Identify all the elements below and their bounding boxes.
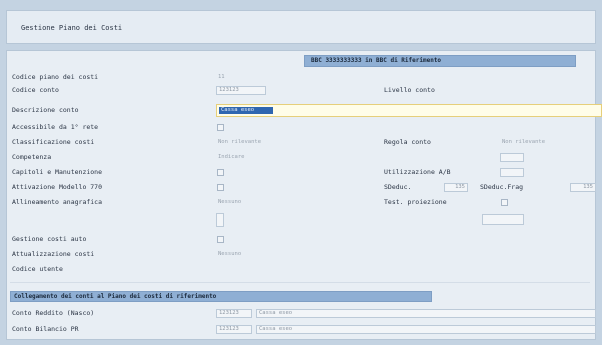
label-modello-770: Attivazione Modello 770 bbox=[12, 183, 103, 191]
utilizzazione-field[interactable] bbox=[500, 168, 524, 177]
conto-bilancio-desc-field[interactable]: Cassa eseo bbox=[256, 325, 596, 334]
label-gestione-costi-auto: Gestione costi auto bbox=[12, 235, 87, 243]
title-bar: Gestione Piano dei Costi bbox=[6, 10, 596, 44]
conto-reddito-desc-field[interactable]: Cassa eseo bbox=[256, 309, 596, 318]
modello-770-checkbox[interactable] bbox=[217, 184, 224, 191]
label-classificazione: Classificazione costi bbox=[12, 138, 95, 146]
label-descrizione-conto: Descrizione conto bbox=[12, 106, 79, 114]
value-regola-conto[interactable]: Non rilevante bbox=[502, 138, 545, 147]
divider bbox=[10, 282, 590, 283]
label-regola-conto: Regola conto bbox=[384, 138, 431, 146]
value-codice-piano: 11 bbox=[218, 74, 225, 80]
test-proiezione-checkbox[interactable] bbox=[501, 199, 508, 206]
label-sdeduc: SDeduc. bbox=[384, 183, 412, 191]
section-collegamento: Collegamento dei conti al Piano dei cost… bbox=[10, 291, 432, 302]
capitoli-checkbox[interactable] bbox=[217, 169, 224, 176]
app-window: Gestione Piano dei Costi BBC 3333333333 … bbox=[0, 0, 602, 345]
allineamento-extra-box[interactable] bbox=[216, 213, 224, 227]
proiezione-field[interactable] bbox=[482, 214, 524, 225]
gestione-costi-auto-checkbox[interactable] bbox=[217, 236, 224, 243]
label-sdeduc-frag: SDeduc.Frag bbox=[480, 183, 524, 191]
label-attualizzazione: Attualizzazione costi bbox=[12, 250, 95, 258]
value-allineamento[interactable]: Nessuno bbox=[218, 198, 241, 207]
value-attualizzazione[interactable]: Nessuno bbox=[218, 250, 241, 259]
reference-header: BBC 3333333333 in BBC di Riferimento bbox=[304, 55, 576, 67]
label-competenza: Competenza bbox=[12, 153, 52, 161]
label-conto-reddito: Conto Reddito (Nasco) bbox=[12, 309, 95, 317]
label-codice-conto: Codice conto bbox=[12, 86, 59, 94]
label-test-proiezione: Test. proiezione bbox=[384, 198, 447, 206]
sdeduc-field[interactable]: 135 bbox=[444, 183, 468, 192]
descrizione-conto-input[interactable]: Cassa eseo bbox=[216, 104, 602, 117]
label-capitoli: Capitoli e Manutenzione bbox=[12, 168, 103, 176]
descrizione-selected-text: Cassa eseo bbox=[219, 107, 273, 114]
accessibile-checkbox[interactable] bbox=[217, 124, 224, 131]
value-classificazione[interactable]: Non rilevante bbox=[218, 138, 261, 147]
sdeduc-frag-field[interactable]: 135 bbox=[570, 183, 596, 192]
label-allineamento: Allineamento anagrafica bbox=[12, 198, 103, 206]
window-title: Gestione Piano dei Costi bbox=[21, 24, 123, 32]
competenza-extra-field[interactable] bbox=[500, 153, 524, 162]
label-livello-conto: Livello conto bbox=[384, 86, 435, 94]
label-accessibile: Accessibile da 1° rete bbox=[12, 123, 99, 131]
label-codice-utente: Codice utente bbox=[12, 265, 63, 273]
codice-conto-field[interactable]: 123123 bbox=[216, 86, 266, 95]
label-conto-bilancio: Conto Bilancio PR bbox=[12, 325, 79, 333]
label-utilizzazione: Utilizzazione A/B bbox=[384, 168, 451, 176]
conto-bilancio-code-field[interactable]: 123123 bbox=[216, 325, 252, 334]
value-competenza[interactable]: Indicare bbox=[218, 153, 245, 162]
conto-reddito-code-field[interactable]: 123123 bbox=[216, 309, 252, 318]
label-codice-piano: Codice piano dei costi bbox=[12, 73, 99, 81]
